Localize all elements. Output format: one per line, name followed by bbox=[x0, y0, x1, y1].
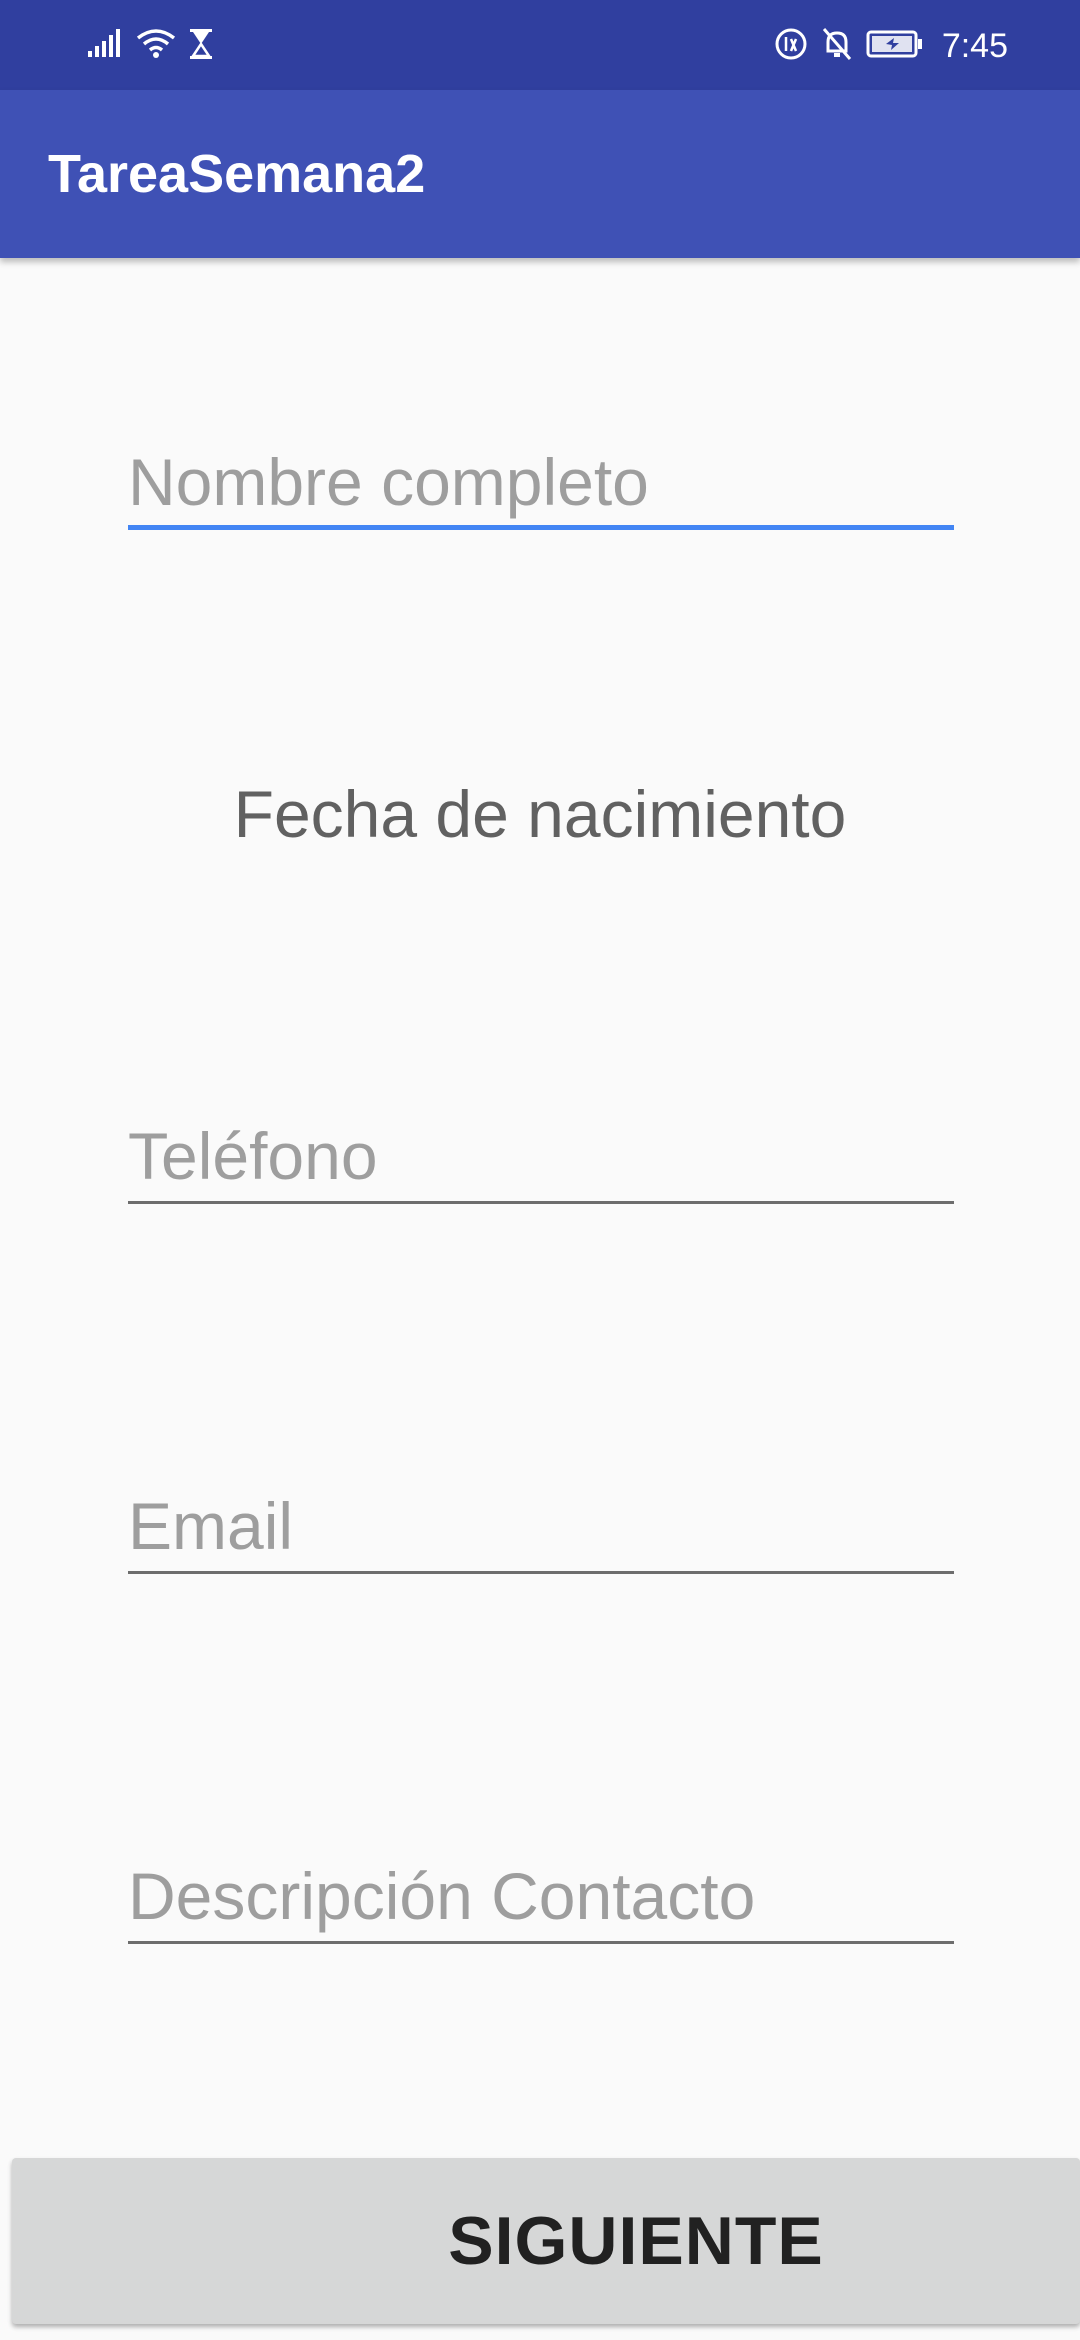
status-bar: 7:45 bbox=[0, 0, 1080, 90]
phone-field bbox=[128, 1114, 954, 1204]
birth-date-label[interactable]: Fecha de nacimiento bbox=[0, 774, 1080, 854]
email-field-underline bbox=[128, 1571, 954, 1574]
wifi-icon bbox=[136, 28, 176, 65]
next-button[interactable]: SIGUIENTE bbox=[12, 2158, 1080, 2324]
hourglass-icon bbox=[188, 28, 214, 65]
app-bar: TareaSemana2 bbox=[0, 90, 1080, 258]
phone-input[interactable] bbox=[128, 1114, 954, 1198]
description-input[interactable] bbox=[128, 1854, 954, 1938]
name-field bbox=[128, 440, 954, 530]
phone-field-underline bbox=[128, 1201, 954, 1204]
battery-charging-icon bbox=[866, 29, 924, 64]
description-field-underline bbox=[128, 1941, 954, 1944]
app-title: TareaSemana2 bbox=[48, 144, 426, 204]
data-saver-icon bbox=[774, 27, 808, 66]
email-field bbox=[128, 1484, 954, 1574]
name-field-underline bbox=[128, 525, 954, 530]
status-time: 7:45 bbox=[941, 26, 1008, 65]
bell-off-icon bbox=[822, 27, 852, 66]
email-input[interactable] bbox=[128, 1484, 954, 1568]
status-right-icons: 7:45 bbox=[774, 26, 1008, 66]
status-left-icons bbox=[88, 26, 214, 66]
name-input[interactable] bbox=[128, 440, 954, 524]
description-field bbox=[128, 1854, 954, 1944]
signal-icon bbox=[88, 28, 124, 64]
